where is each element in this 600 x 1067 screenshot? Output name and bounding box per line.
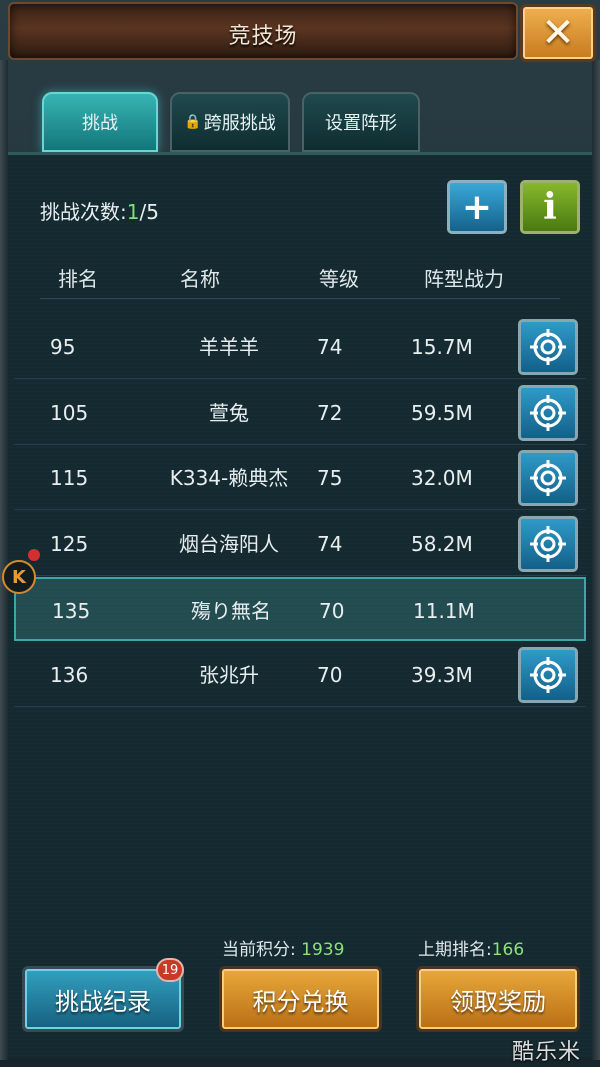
row-power: 58.2M — [411, 531, 473, 556]
frame-right-rail — [592, 60, 600, 1060]
challenge-count: 挑战次数:1/5 — [40, 196, 159, 225]
current-score-label: 当前积分: — [222, 940, 296, 960]
row-power: 59.5M — [411, 400, 473, 425]
tab-label: 跨服挑战 — [203, 113, 276, 134]
row-rank: 125 — [50, 531, 89, 556]
tab-label: 挑战 — [82, 113, 118, 134]
crosshair-icon — [530, 657, 566, 693]
table-row: 125 烟台海阳人 74 58.2M — [14, 512, 586, 576]
notification-dot — [28, 549, 40, 561]
record-count-badge: 19 — [156, 958, 184, 982]
row-power: 11.1M — [413, 599, 475, 624]
table-row: 105 萱兔 72 59.5M — [14, 381, 586, 445]
row-power: 39.3M — [411, 663, 473, 687]
challenge-target-button[interactable] — [518, 384, 578, 441]
challenge-target-button[interactable] — [518, 647, 578, 703]
table-row: 136 张兆升 70 39.3M — [14, 643, 586, 707]
row-rank: 135 — [52, 599, 91, 624]
lock-icon: 🔒 — [184, 114, 202, 130]
side-float-icon[interactable]: K — [2, 560, 36, 594]
challenge-target-button[interactable] — [518, 319, 578, 375]
score-exchange-label: 积分兑换 — [252, 987, 349, 1016]
crosshair-icon — [530, 394, 566, 431]
tab-cross-server[interactable]: 🔒 跨服挑战 — [170, 92, 290, 152]
column-header-power: 阵型战力 — [424, 267, 504, 291]
last-rank: 上期排名:166 — [418, 935, 524, 960]
row-level: 72 — [317, 400, 343, 425]
tab-formation[interactable]: 设置阵形 — [302, 92, 420, 152]
score-exchange-button[interactable]: 积分兑换 — [219, 966, 382, 1032]
add-attempts-button[interactable]: + — [447, 180, 507, 234]
row-level: 74 — [317, 335, 343, 359]
challenge-count-total: /5 — [139, 200, 159, 224]
tab-label: 设置阵形 — [325, 113, 397, 134]
challenge-record-label: 挑战纪录 — [55, 987, 151, 1016]
challenge-count-label: 挑战次数: — [40, 200, 127, 224]
plus-icon: + — [461, 186, 493, 228]
close-icon: ✕ — [541, 10, 575, 56]
close-button[interactable]: ✕ — [520, 4, 596, 62]
crosshair-icon — [530, 460, 566, 497]
row-rank: 105 — [50, 400, 89, 425]
table-row: 115 K334-赖典杰 75 32.0M — [14, 446, 586, 511]
row-rank: 95 — [50, 335, 76, 359]
tab-challenge[interactable]: 挑战 — [42, 92, 158, 152]
watermark: 酷乐米 — [512, 1040, 582, 1065]
claim-reward-label: 领取奖励 — [450, 987, 546, 1016]
current-score: 当前积分: 1939 — [222, 935, 344, 960]
row-level: 70 — [317, 663, 343, 687]
row-level: 70 — [319, 599, 345, 624]
table-row: 95 羊羊羊 74 15.7M — [14, 315, 586, 379]
crosshair-icon — [530, 525, 566, 562]
page-title: 竞技场 — [228, 24, 298, 49]
last-rank-value: 166 — [491, 940, 525, 960]
header-divider — [40, 298, 560, 299]
title-bar: 竞技场 — [8, 2, 518, 60]
info-button[interactable]: i — [520, 180, 580, 234]
challenge-target-button[interactable] — [518, 450, 578, 507]
column-header-name: 名称 — [180, 267, 220, 291]
info-icon: i — [543, 186, 557, 228]
float-icon-letter: K — [12, 566, 26, 588]
row-level: 74 — [317, 531, 343, 556]
row-rank: 115 — [50, 466, 89, 491]
challenge-count-current: 1 — [126, 200, 140, 224]
row-power: 15.7M — [411, 335, 473, 359]
column-header-level: 等级 — [319, 267, 359, 291]
crosshair-icon — [530, 329, 566, 365]
row-level: 75 — [317, 466, 343, 491]
challenge-target-button[interactable] — [518, 515, 578, 572]
column-header-rank: 排名 — [58, 267, 98, 291]
claim-reward-button[interactable]: 领取奖励 — [416, 966, 580, 1032]
frame-left-rail — [0, 60, 8, 1060]
last-rank-label: 上期排名: — [418, 940, 492, 960]
row-rank: 136 — [50, 663, 89, 687]
current-score-value: 1939 — [301, 940, 345, 960]
row-power: 32.0M — [411, 466, 473, 491]
table-row-self: 135 殤り無名 70 11.1M — [14, 577, 586, 642]
